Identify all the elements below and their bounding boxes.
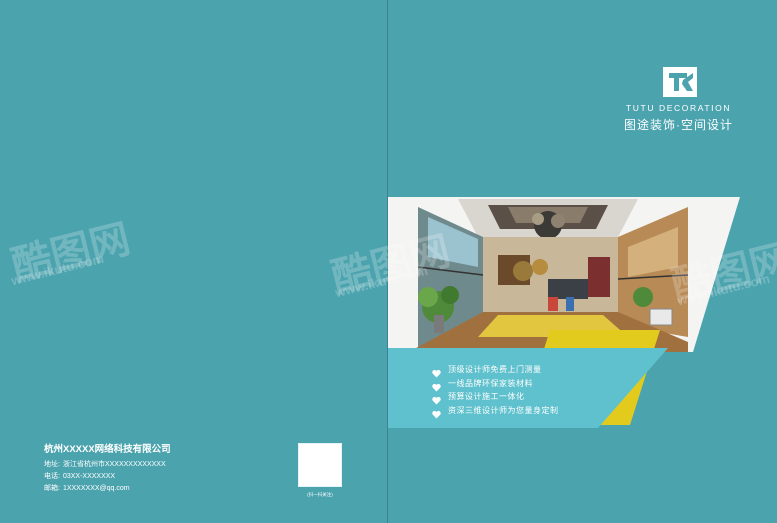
address-line: 地址: 浙江省杭州市XXXXXXXXXXXXX — [44, 459, 166, 471]
list-item: 资深三维设计师为您量身定制 — [432, 404, 559, 419]
qr-code-placeholder — [298, 443, 342, 487]
interior-sketch-image — [388, 197, 740, 352]
list-item: 一线品牌环保家装材料 — [432, 377, 559, 392]
phone-label: 电话: — [44, 473, 60, 480]
feature-text: 一线品牌环保家装材料 — [448, 378, 533, 388]
feature-text: 资深三维设计师为您量身定制 — [448, 405, 559, 415]
contact-info: 地址: 浙江省杭州市XXXXXXXXXXXXX 电话: 03XX-XXXXXXX 邮… — [44, 459, 166, 495]
feature-text: 预算设计施工一体化 — [448, 392, 525, 402]
address-value: 浙江省杭州市XXXXXXXXXXXXX — [62, 461, 166, 468]
email-line: 邮箱: 1XXXXXXX@qq.com — [44, 483, 166, 495]
email-value: 1XXXXXXX@qq.com — [62, 485, 130, 492]
list-item: 顶级设计师免费上门测量 — [432, 363, 559, 378]
qr-caption: (扫一扫关注) — [307, 492, 333, 497]
brand-name-en: TUTU DECORATION — [626, 103, 732, 113]
heart-icon — [432, 392, 441, 405]
phone-value: 03XX-XXXXXXX — [62, 473, 116, 480]
brand-name-cn: 图途装饰·空间设计 — [624, 118, 733, 132]
brochure-spread: TUTU DECORATION 图途装饰·空间设计 顶级设计师免费上门测量 一线… — [0, 0, 777, 523]
phone-line: 电话: 03XX-XXXXXXX — [44, 471, 166, 483]
heart-icon — [432, 379, 441, 392]
email-label: 邮箱: — [44, 485, 60, 492]
feature-list: 顶级设计师免费上门测量 一线品牌环保家装材料 预算设计施工一体化 资深三维设计师… — [432, 363, 559, 419]
company-name: 杭州XXXXX网络科技有限公司 — [44, 444, 171, 455]
heart-icon — [432, 406, 441, 419]
heart-icon — [432, 365, 441, 378]
feature-text: 顶级设计师免费上门测量 — [448, 365, 542, 375]
address-label: 地址: — [44, 461, 60, 468]
brand-logo-icon — [663, 67, 697, 97]
list-item: 预算设计施工一体化 — [432, 390, 559, 405]
